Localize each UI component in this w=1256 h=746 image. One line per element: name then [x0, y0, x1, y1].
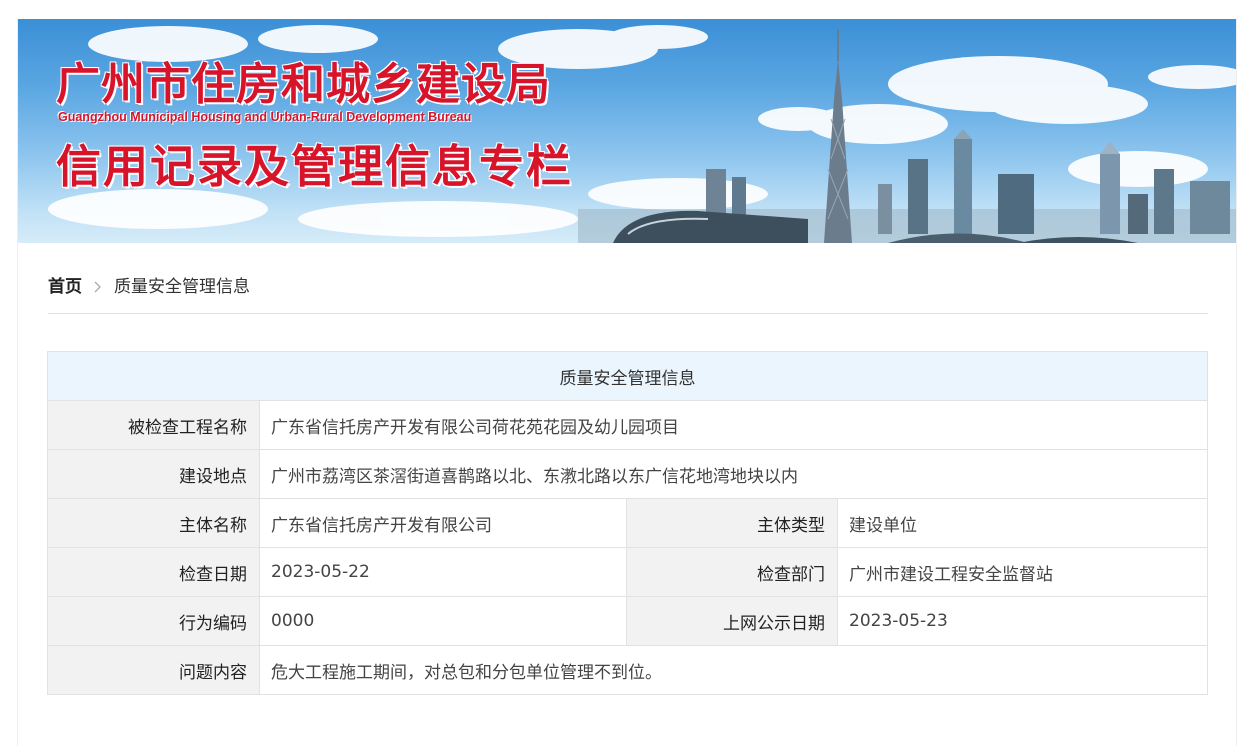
behavior-code-value: 0000 [259, 596, 627, 646]
inspect-dept-value: 广州市建设工程安全监督站 [837, 547, 1208, 597]
behavior-code-label: 行为编码 [47, 596, 260, 646]
table-row: 检查日期 2023-05-22 检查部门 广州市建设工程安全监督站 [47, 547, 1208, 597]
table-row: 建设地点 广州市荔湾区茶滘街道喜鹊路以北、东漖北路以东广信花地湾地块以内 [47, 449, 1208, 499]
entity-name-value: 广东省信托房产开发有限公司 [259, 498, 627, 548]
header-banner: 广州市住房和城乡建设局 Guangzhou Municipal Housing … [18, 19, 1236, 243]
column-title: 信用记录及管理信息专栏 [56, 140, 574, 193]
location-label: 建设地点 [47, 449, 260, 499]
breadcrumb-current: 质量安全管理信息 [114, 277, 250, 297]
bureau-title: 广州市住房和城乡建设局 [56, 59, 551, 110]
bureau-title-english: Guangzhou Municipal Housing and Urban-Ru… [58, 110, 472, 124]
inspect-date-label: 检查日期 [47, 547, 260, 597]
entity-type-label: 主体类型 [626, 498, 838, 548]
location-value: 广州市荔湾区茶滘街道喜鹊路以北、东漖北路以东广信花地湾地块以内 [259, 449, 1208, 499]
table-row: 主体名称 广东省信托房产开发有限公司 主体类型 建设单位 [47, 498, 1208, 548]
project-name-label: 被检查工程名称 [47, 400, 260, 450]
publish-date-value: 2023-05-23 [837, 596, 1208, 646]
quality-safety-info-table: 质量安全管理信息 被检查工程名称 广东省信托房产开发有限公司荷花苑花园及幼儿园项… [47, 351, 1208, 695]
page-frame: 广州市住房和城乡建设局 Guangzhou Municipal Housing … [17, 19, 1237, 746]
problem-value: 危大工程施工期间，对总包和分包单位管理不到位。 [259, 645, 1208, 695]
breadcrumb-home-link[interactable]: 首页 [48, 273, 82, 301]
inspect-date-value: 2023-05-22 [259, 547, 627, 597]
publish-date-label: 上网公示日期 [626, 596, 838, 646]
entity-type-value: 建设单位 [837, 498, 1208, 548]
city-skyline-image [48, 25, 1236, 243]
table-caption: 质量安全管理信息 [47, 351, 1208, 401]
project-name-value: 广东省信托房产开发有限公司荷花苑花园及幼儿园项目 [259, 400, 1208, 450]
breadcrumb: 首页 质量安全管理信息 [48, 273, 1208, 314]
table-caption-row: 质量安全管理信息 [47, 351, 1208, 401]
table-row: 问题内容 危大工程施工期间，对总包和分包单位管理不到位。 [47, 645, 1208, 695]
problem-label: 问题内容 [47, 645, 260, 695]
inspect-dept-label: 检查部门 [626, 547, 838, 597]
chevron-right-icon [94, 273, 102, 301]
table-row: 行为编码 0000 上网公示日期 2023-05-23 [47, 596, 1208, 646]
entity-name-label: 主体名称 [47, 498, 260, 548]
table-row: 被检查工程名称 广东省信托房产开发有限公司荷花苑花园及幼儿园项目 [47, 400, 1208, 450]
